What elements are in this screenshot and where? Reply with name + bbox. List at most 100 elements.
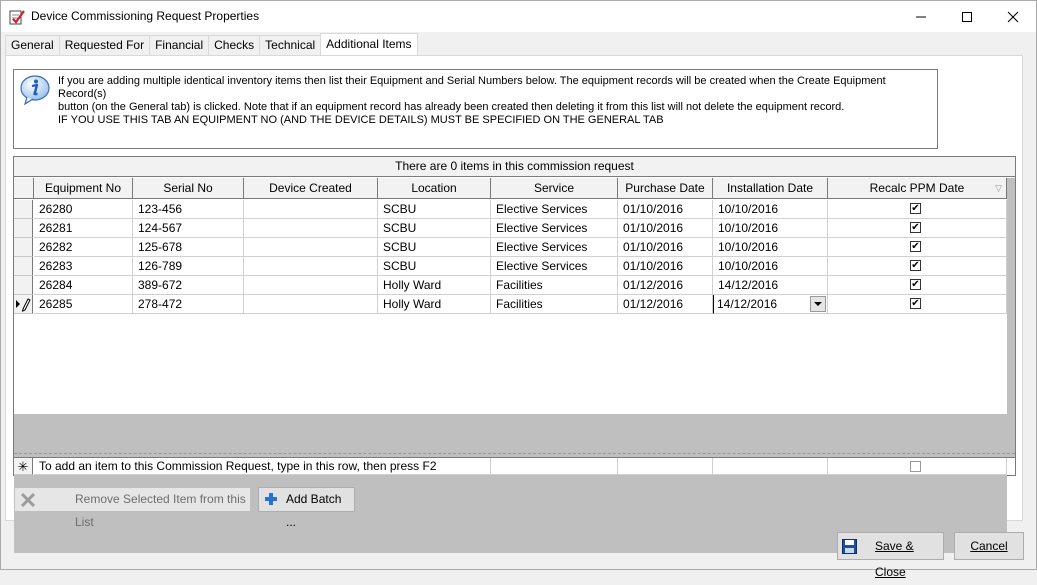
cell-serial-no[interactable]: 125-678	[133, 238, 244, 257]
tab-requested-for[interactable]: Requested For	[58, 35, 151, 55]
cell-recalc-ppm-date[interactable]: ✔	[828, 219, 1007, 238]
save-close-button[interactable]: Save & Close	[837, 532, 944, 579]
cancel-button[interactable]: Cancel	[954, 532, 1024, 560]
col-header-installation-date[interactable]: Installation Date	[713, 178, 828, 199]
cell-service[interactable]: Facilities	[491, 295, 618, 314]
cell-location[interactable]: Holly Ward	[378, 276, 491, 295]
cell-location[interactable]: SCBU	[378, 200, 491, 219]
filter-arrow-icon[interactable]: ▽	[995, 178, 1002, 198]
recalc-ppm-checkbox[interactable]: ✔	[910, 298, 921, 309]
cell-equipment-no[interactable]: 26280	[34, 200, 133, 219]
row-selector[interactable]	[14, 257, 33, 276]
row-selector[interactable]	[14, 219, 33, 238]
new-item-row[interactable]: ✳ To add an item to this Commission Requ…	[14, 457, 1015, 475]
tab-general[interactable]: General	[5, 35, 60, 55]
new-row-recalc-checkbox[interactable]	[910, 461, 921, 472]
additional-items-panel: If you are adding multiple identical inv…	[5, 55, 1023, 553]
cell-serial-no[interactable]: 389-672	[133, 276, 244, 295]
new-row-prompt[interactable]: To add an item to this Commission Reques…	[34, 458, 491, 475]
cell-device-created[interactable]	[244, 295, 378, 314]
recalc-ppm-checkbox[interactable]: ✔	[910, 203, 921, 214]
col-header-serial-no[interactable]: Serial No	[133, 178, 244, 199]
recalc-ppm-checkbox[interactable]: ✔	[910, 260, 921, 271]
remove-selected-item-button[interactable]: Remove Selected Item from this List	[14, 487, 251, 529]
cell-serial-no[interactable]: 124-567	[133, 219, 244, 238]
cell-device-created[interactable]	[244, 257, 378, 276]
cell-equipment-no[interactable]: 26285	[34, 295, 133, 314]
cell-service[interactable]: Elective Services	[491, 219, 618, 238]
col-header-equipment-no[interactable]: Equipment No	[34, 178, 133, 199]
cell-equipment-no[interactable]: 26281	[34, 219, 133, 238]
cell-device-created[interactable]	[244, 219, 378, 238]
serial-no-value: 124-567	[138, 221, 183, 235]
cell-recalc-ppm-date[interactable]: ✔	[828, 276, 1007, 295]
cell-location[interactable]: SCBU	[378, 238, 491, 257]
cell-installation-date[interactable]: 10/10/2016	[713, 257, 828, 276]
service-value: Elective Services	[496, 259, 588, 273]
cell-serial-no[interactable]: 123-456	[133, 200, 244, 219]
col-header-service[interactable]: Service	[491, 178, 618, 199]
col-header-purchase-date[interactable]: Purchase Date	[618, 178, 713, 199]
cell-service[interactable]: Facilities	[491, 276, 618, 295]
cell-purchase-date[interactable]: 01/12/2016	[618, 276, 713, 295]
tab-additional-items[interactable]: Additional Items	[320, 33, 418, 55]
cell-installation-date[interactable]: 14/12/2016	[713, 276, 828, 295]
recalc-ppm-checkbox[interactable]: ✔	[910, 222, 921, 233]
cell-service[interactable]: Elective Services	[491, 238, 618, 257]
location-value: Holly Ward	[383, 278, 442, 292]
cell-location[interactable]: SCBU	[378, 219, 491, 238]
cell-equipment-no[interactable]: 26284	[34, 276, 133, 295]
row-selector[interactable]	[14, 200, 33, 219]
equipment-no-value: 26280	[39, 202, 73, 216]
new-row-installation-date-cell[interactable]	[713, 458, 828, 475]
date-dropdown-button[interactable]	[810, 296, 826, 312]
cell-device-created[interactable]	[244, 200, 378, 219]
tab-technical[interactable]: Technical	[259, 35, 322, 55]
service-value: Elective Services	[496, 240, 588, 254]
cell-service[interactable]: Elective Services	[491, 200, 618, 219]
recalc-ppm-checkbox[interactable]: ✔	[910, 241, 921, 252]
cell-recalc-ppm-date[interactable]: ✔	[828, 295, 1007, 314]
cell-purchase-date[interactable]: 01/10/2016	[618, 238, 713, 257]
cell-installation-date[interactable]: 10/10/2016	[713, 219, 828, 238]
cell-serial-no[interactable]: 278-472	[133, 295, 244, 314]
location-value: SCBU	[383, 259, 417, 273]
cell-installation-date[interactable]: 10/10/2016	[713, 238, 828, 257]
cell-purchase-date[interactable]: 01/12/2016	[618, 295, 713, 314]
cell-installation-date[interactable]: 10/10/2016	[713, 200, 828, 219]
add-batch-button[interactable]: Add Batch ...	[258, 487, 355, 529]
col-header-recalc-ppm-date[interactable]: Recalc PPM Date ▽	[828, 178, 1007, 199]
row-selector[interactable]	[14, 295, 33, 314]
tab-financial[interactable]: Financial	[149, 35, 210, 55]
new-row-service-cell[interactable]	[491, 458, 618, 475]
cell-recalc-ppm-date[interactable]: ✔	[828, 200, 1007, 219]
cell-recalc-ppm-date[interactable]: ✔	[828, 257, 1007, 276]
tab-checks[interactable]: Checks	[208, 35, 261, 55]
cell-purchase-date[interactable]: 01/10/2016	[618, 219, 713, 238]
service-value: Elective Services	[496, 221, 588, 235]
new-row-purchase-date-cell[interactable]	[618, 458, 713, 475]
cell-device-created[interactable]	[244, 276, 378, 295]
cell-purchase-date[interactable]: 01/10/2016	[618, 200, 713, 219]
cell-location[interactable]: SCBU	[378, 257, 491, 276]
new-row-recalc-cell[interactable]	[828, 458, 1007, 475]
recalc-ppm-checkbox[interactable]: ✔	[910, 279, 921, 290]
maximize-button[interactable]	[944, 1, 990, 32]
row-selector[interactable]	[14, 276, 33, 295]
purchase-date-value: 01/10/2016	[623, 221, 684, 235]
minimize-button[interactable]	[898, 1, 944, 32]
close-button[interactable]	[990, 1, 1036, 32]
cell-device-created[interactable]	[244, 238, 378, 257]
row-selector[interactable]	[14, 238, 33, 257]
cell-purchase-date[interactable]: 01/10/2016	[618, 257, 713, 276]
col-header-device-created[interactable]: Device Created	[244, 178, 378, 199]
col-header-location[interactable]: Location	[378, 178, 491, 199]
cell-equipment-no[interactable]: 26282	[34, 238, 133, 257]
cell-recalc-ppm-date[interactable]: ✔	[828, 238, 1007, 257]
cell-service[interactable]: Elective Services	[491, 257, 618, 276]
cell-equipment-no[interactable]: 26283	[34, 257, 133, 276]
cell-location[interactable]: Holly Ward	[378, 295, 491, 314]
cell-serial-no[interactable]: 126-789	[133, 257, 244, 276]
equipment-no-value: 26281	[39, 221, 73, 235]
cell-installation-date[interactable]: 14/12/2016	[713, 295, 828, 314]
